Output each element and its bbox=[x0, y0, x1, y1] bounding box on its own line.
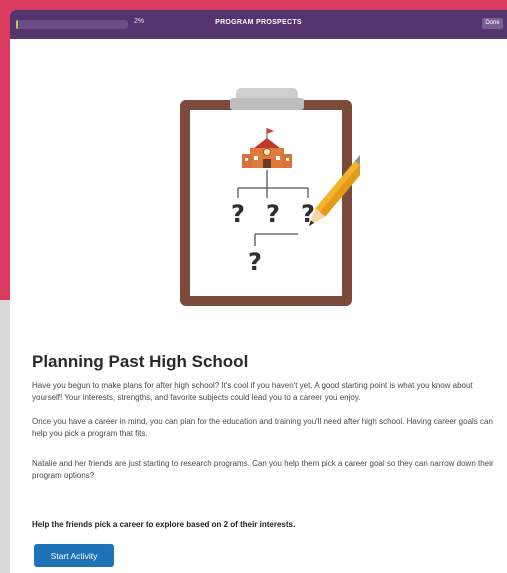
page-title: Planning Past High School bbox=[32, 352, 249, 371]
done-button[interactable]: Done bbox=[482, 18, 503, 29]
program-title: PROGRAM PROSPECTS bbox=[215, 19, 302, 26]
question-mark-1: ? bbox=[231, 200, 245, 228]
question-mark-3: ? bbox=[301, 200, 315, 228]
start-activity-button[interactable]: Start Activity bbox=[34, 544, 114, 567]
activity-window: 2% PROGRAM PROSPECTS Done ? ? ? ? Planni… bbox=[10, 10, 507, 573]
career-paragraph: Once you have a career in mind, you can … bbox=[32, 417, 493, 438]
question-mark-4: ? bbox=[248, 248, 262, 276]
clipboard-illustration: ? ? ? ? bbox=[180, 88, 360, 306]
top-bar: 2% PROGRAM PROSPECTS Done bbox=[10, 10, 507, 39]
instruction-text: Help the friends pick a career to explor… bbox=[32, 520, 296, 529]
friends-paragraph: Natalie and her friends are just startin… bbox=[32, 459, 494, 480]
intro-paragraph: Have you begun to make plans for after h… bbox=[32, 381, 473, 402]
question-mark-2: ? bbox=[266, 200, 280, 228]
background-accent-top bbox=[0, 0, 507, 10]
